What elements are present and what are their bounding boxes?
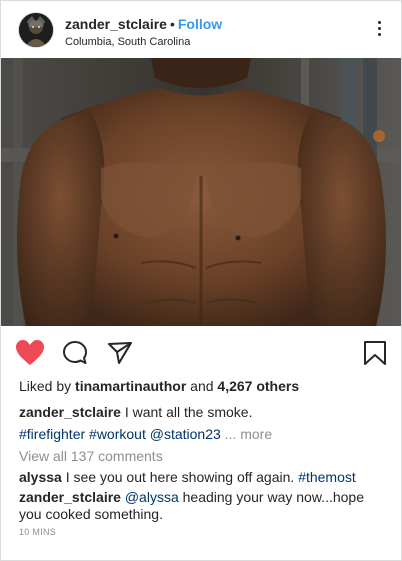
liked-by-prefix: Liked by — [19, 378, 76, 394]
liked-by-others-link[interactable]: 4,267 others — [217, 378, 299, 394]
liked-by-and: and — [186, 378, 218, 394]
caption-text: I want all the smoke. — [120, 404, 253, 420]
paper-plane-icon[interactable] — [106, 339, 134, 367]
likes-summary: Liked by tinamartinauthor and 4,267 othe… — [19, 378, 299, 394]
post-timestamp[interactable]: 10 MINS — [19, 527, 56, 537]
avatar[interactable] — [19, 13, 53, 47]
action-bar — [1, 326, 401, 378]
more-options-icon[interactable] — [371, 19, 387, 41]
comment-mention-link[interactable]: @alyssa — [121, 489, 179, 505]
avatar-image — [19, 13, 53, 47]
liked-by-user-link[interactable]: tinamartinauthor — [75, 378, 186, 394]
caption: zander_stclaire I want all the smoke. — [19, 404, 389, 421]
comment-hashtag-link[interactable]: #themost — [298, 469, 356, 485]
comment-text: I see you out here showing off again. — [61, 469, 299, 485]
post-photo-image — [1, 58, 401, 326]
caption-tags-line: #firefighter #workout @station23 ... mor… — [19, 426, 389, 443]
separator-dot: • — [169, 16, 175, 32]
view-all-comments-link[interactable]: View all 137 comments — [19, 448, 163, 464]
post-photo[interactable] — [1, 58, 401, 326]
comment-item: zander_stclaire @alyssa heading your way… — [19, 489, 389, 523]
post-header: zander_stclaire • Follow Columbia, South C… — [1, 1, 401, 58]
comment-username-link[interactable]: zander_stclaire — [19, 489, 121, 505]
header-title-line: zander_stclaire • Follow — [65, 16, 222, 32]
heart-icon[interactable] — [15, 339, 44, 367]
bookmark-icon[interactable] — [361, 339, 389, 367]
follow-button[interactable]: Follow — [178, 16, 222, 32]
caption-tags-link[interactable]: #firefighter #workout @station23 — [19, 426, 221, 442]
comment-item: alyssa I see you out here showing off ag… — [19, 469, 389, 486]
comment-username-link[interactable]: alyssa — [19, 469, 62, 485]
comment-bubble-icon[interactable] — [61, 339, 89, 367]
caption-more-link[interactable]: ... more — [221, 426, 272, 442]
username-link[interactable]: zander_stclaire — [65, 16, 167, 32]
caption-username-link[interactable]: zander_stclaire — [19, 404, 121, 420]
post-card: zander_stclaire • Follow Columbia, South C… — [0, 0, 402, 561]
location-link[interactable]: Columbia, South Carolina — [65, 36, 190, 48]
